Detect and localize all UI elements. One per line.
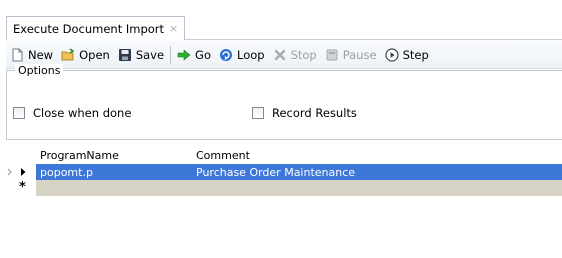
close-icon[interactable]: × xyxy=(169,22,178,35)
loop-icon xyxy=(219,48,233,62)
row-header-spacer xyxy=(6,147,36,164)
grid-header: ProgramName Comment xyxy=(6,147,562,164)
record-results-option[interactable]: Record Results xyxy=(252,106,357,120)
row-header[interactable] xyxy=(6,164,36,180)
stop-icon xyxy=(273,48,287,62)
open-label: Open xyxy=(79,47,110,62)
table-row[interactable]: popomt.p Purchase Order Maintenance xyxy=(6,164,562,180)
new-row[interactable]: * xyxy=(6,180,562,196)
options-group: Options Close when done Record Results xyxy=(6,64,562,140)
stop-label: Stop xyxy=(290,47,317,62)
toolbar-separator xyxy=(170,45,172,64)
toolbar: New Open Save Go Loop Stop Pause Step xyxy=(6,41,562,69)
comment-cell[interactable]: Purchase Order Maintenance xyxy=(196,166,562,179)
tab-strip-divider xyxy=(185,39,562,40)
new-button[interactable]: New xyxy=(6,44,57,66)
close-when-done-checkbox[interactable] xyxy=(13,107,25,119)
new-row-asterisk-icon: * xyxy=(19,180,26,195)
program-grid: ProgramName Comment popomt.p Purchase Or… xyxy=(6,147,562,196)
save-label: Save xyxy=(135,47,165,62)
pause-label: Pause xyxy=(342,47,377,62)
new-document-icon xyxy=(10,48,24,62)
step-label: Step xyxy=(402,47,429,62)
column-header-programname[interactable]: ProgramName xyxy=(36,149,196,162)
close-when-done-option[interactable]: Close when done xyxy=(13,106,131,120)
tab-strip: Execute Document Import × xyxy=(0,0,562,40)
current-row-arrow-icon xyxy=(7,168,26,176)
open-folder-icon xyxy=(61,47,75,62)
pause-icon xyxy=(325,48,339,62)
record-results-label: Record Results xyxy=(272,106,357,120)
options-legend: Options xyxy=(15,64,64,77)
tab-execute-document-import[interactable]: Execute Document Import × xyxy=(6,16,186,40)
record-results-checkbox[interactable] xyxy=(252,107,264,119)
loop-label: Loop xyxy=(237,47,265,62)
close-when-done-label: Close when done xyxy=(33,106,132,120)
save-disk-icon xyxy=(118,48,132,62)
go-arrow-icon xyxy=(177,48,191,62)
pause-button[interactable]: Pause xyxy=(321,44,381,66)
tab-title: Execute Document Import xyxy=(13,21,165,36)
open-button[interactable]: Open xyxy=(57,44,114,66)
program-name-cell[interactable]: popomt.p xyxy=(36,166,196,179)
save-button[interactable]: Save xyxy=(114,44,168,66)
go-button[interactable]: Go xyxy=(173,44,215,66)
step-button[interactable]: Step xyxy=(381,44,433,66)
go-label: Go xyxy=(195,47,211,62)
step-play-icon xyxy=(384,47,399,62)
new-row-header[interactable]: * xyxy=(6,180,36,196)
column-header-comment[interactable]: Comment xyxy=(196,149,562,162)
new-label: New xyxy=(28,47,54,62)
loop-button[interactable]: Loop xyxy=(215,44,269,66)
stop-button[interactable]: Stop xyxy=(269,44,321,66)
